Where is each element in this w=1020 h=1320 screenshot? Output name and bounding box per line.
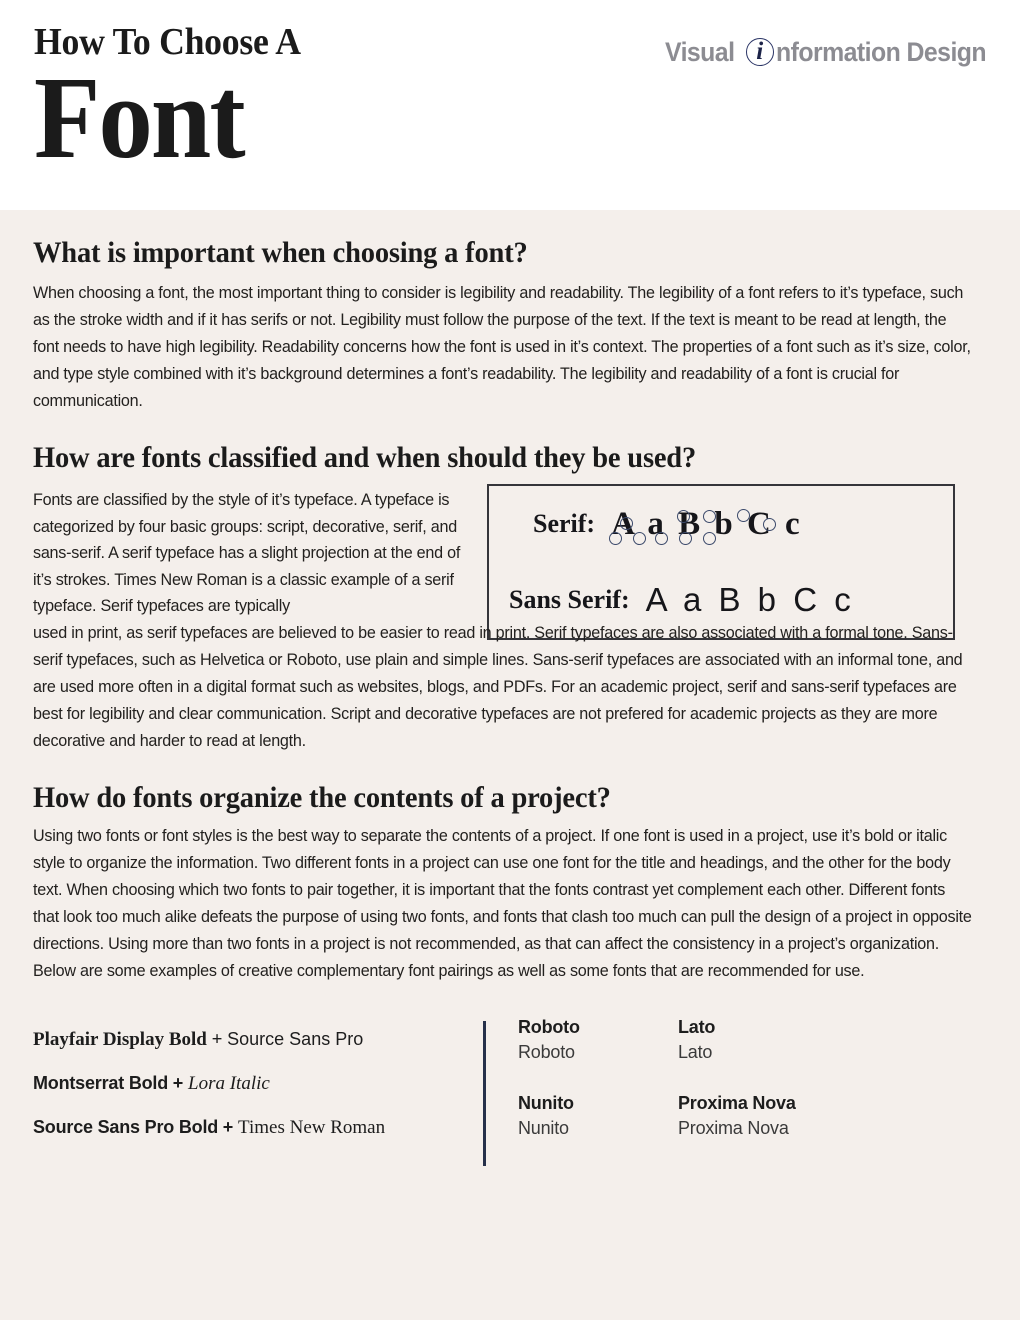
- section-heading-3: How do fonts organize the contents of a …: [33, 780, 611, 814]
- serif-glyphs: A a B b C c: [611, 505, 803, 542]
- section-2-tail-wrap: used in print, as serif typefaces are be…: [33, 620, 987, 755]
- serif-glyph-group: A a B b C c: [609, 505, 803, 545]
- pairing-row: Playfair Display Bold + Source Sans Pro: [33, 1029, 463, 1051]
- pairing-row: Montserrat Bold + Lora Italic: [33, 1073, 463, 1095]
- page-header: How To Choose A Font Visual i nformation…: [0, 0, 1020, 210]
- recommended-row: Roboto Roboto Lato Lato: [518, 1015, 988, 1091]
- page-title-line-2: Font: [34, 52, 246, 183]
- brand-word-information-design: nformation Design: [775, 36, 987, 67]
- recommended-font-cell: Lato Lato: [678, 1015, 838, 1065]
- section-heading-2: How are fonts classified and when should…: [33, 441, 697, 474]
- title-block: How To Choose A Font: [34, 22, 318, 183]
- section-body-2-tail: used in print, as serif typefaces are be…: [33, 623, 963, 750]
- brand-logo: Visual i nformation Design: [665, 36, 1004, 68]
- typeface-sample-box: Serif: A a B b C c Sans Serif: A a B b C…: [487, 484, 955, 640]
- section-2-left-column: Fonts are classified by the style of it’…: [33, 487, 469, 620]
- pairing-first-font: Montserrat Bold: [33, 1072, 169, 1093]
- section-font-classification: How are fonts classified and when should…: [33, 415, 987, 755]
- pairing-second-font: Source Sans Pro: [227, 1028, 364, 1049]
- page-content: What is important when choosing a font? …: [0, 210, 1020, 1175]
- sans-serif-glyphs: A a B b C c: [645, 581, 855, 618]
- brand-word-visual: Visual: [665, 36, 735, 67]
- recommended-font-bold: Proxima Nova: [678, 1092, 796, 1113]
- pairing-second-font: Lora Italic: [188, 1072, 270, 1094]
- pairing-first-font: Playfair Display Bold: [33, 1028, 207, 1050]
- pairing-first-font: Source Sans Pro Bold: [33, 1116, 219, 1137]
- font-pairings-section: Playfair Display Bold + Source Sans Pro …: [33, 1015, 987, 1175]
- section-body-3: Using two fonts or font styles is the be…: [33, 826, 972, 980]
- pairing-plus: +: [211, 1028, 223, 1050]
- section-organize-contents: How do fonts organize the contents of a …: [33, 755, 987, 985]
- pairing-row: Source Sans Pro Bold + Times New Roman: [33, 1117, 463, 1139]
- section-what-is-important: What is important when choosing a font? …: [33, 210, 987, 415]
- section-body-2-column: Fonts are classified by the style of it’…: [33, 491, 461, 616]
- recommended-font-cell: Nunito Nunito: [518, 1091, 678, 1141]
- section-2-body-wrap: Fonts are classified by the style of it’…: [33, 475, 987, 640]
- serif-sample-row: Serif: A a B b C c: [489, 486, 953, 562]
- sans-serif-label: Sans Serif:: [509, 585, 630, 614]
- vertical-divider: [483, 1020, 486, 1166]
- recommended-font-cell: Proxima Nova Proxima Nova: [678, 1091, 838, 1141]
- recommended-font-regular: Lato: [678, 1041, 713, 1062]
- infographic-page: How To Choose A Font Visual i nformation…: [0, 0, 1020, 1320]
- recommended-font-regular: Roboto: [518, 1041, 575, 1062]
- circled-i-icon: i: [745, 36, 775, 68]
- brand-letter-i: i: [756, 38, 764, 65]
- font-pairings-list: Playfair Display Bold + Source Sans Pro …: [33, 1029, 463, 1161]
- pairing-plus: +: [172, 1072, 184, 1093]
- recommended-font-bold: Nunito: [518, 1092, 574, 1113]
- pairing-plus: +: [222, 1116, 234, 1137]
- recommended-font-bold: Lato: [678, 1016, 716, 1037]
- recommended-row: Nunito Nunito Proxima Nova Proxima Nova: [518, 1091, 988, 1167]
- sans-serif-glyph-group: A a B b C c: [646, 581, 855, 619]
- serif-label: Serif:: [533, 509, 596, 538]
- section-heading-1: What is important when choosing a font?: [33, 236, 528, 269]
- recommended-font-bold: Roboto: [518, 1016, 580, 1037]
- recommended-fonts-grid: Roboto Roboto Lato Lato Nunito Nunito Pr…: [518, 1015, 988, 1167]
- recommended-font-cell: Roboto Roboto: [518, 1015, 678, 1065]
- recommended-font-regular: Proxima Nova: [678, 1117, 789, 1138]
- section-body-1: When choosing a font, the most important…: [33, 284, 971, 410]
- recommended-font-regular: Nunito: [518, 1117, 569, 1138]
- pairing-second-font: Times New Roman: [238, 1116, 386, 1138]
